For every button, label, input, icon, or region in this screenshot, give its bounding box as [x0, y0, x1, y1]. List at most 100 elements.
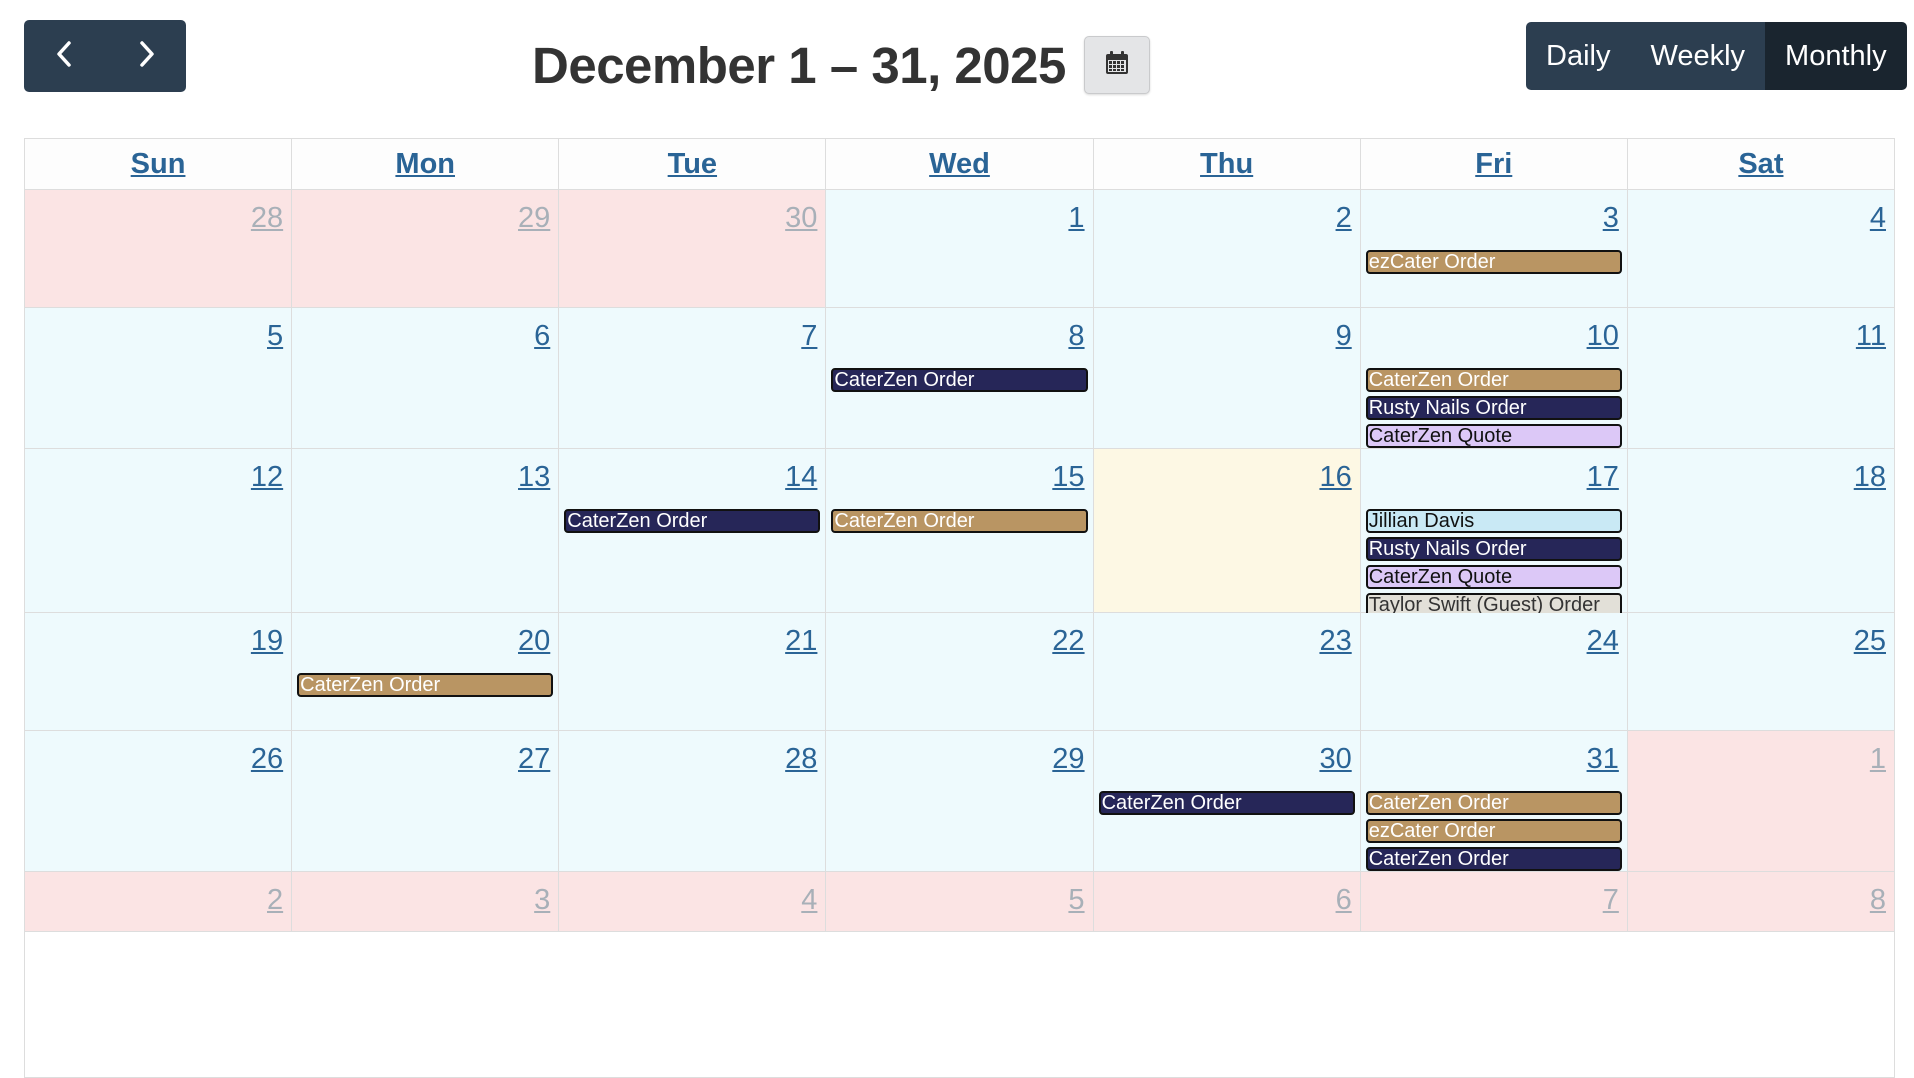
day-number-link[interactable]: 5	[267, 320, 283, 353]
event-item[interactable]: CaterZen Order	[1098, 791, 1355, 815]
day-number-link[interactable]: 1	[1068, 202, 1084, 235]
day-cell[interactable]: 5	[826, 872, 1094, 931]
weekday-header-mon[interactable]: Mon	[292, 139, 560, 189]
day-cell[interactable]: 29	[826, 731, 1094, 871]
day-number-link[interactable]: 29	[1052, 743, 1084, 776]
day-cell[interactable]: 27	[292, 731, 560, 871]
day-number-link[interactable]: 28	[251, 202, 283, 235]
day-cell[interactable]: 28	[25, 190, 293, 307]
day-cell[interactable]: 2	[1093, 190, 1361, 307]
weekday-header-sat[interactable]: Sat	[1628, 139, 1894, 189]
day-cell[interactable]: 2	[25, 872, 293, 931]
day-cell[interactable]: 29	[292, 190, 560, 307]
day-cell[interactable]: 22	[826, 613, 1094, 730]
day-cell[interactable]: 4	[559, 872, 827, 931]
day-cell[interactable]: 24	[1360, 613, 1628, 730]
event-item[interactable]: CaterZen Order	[297, 673, 554, 697]
day-cell[interactable]: 6	[1093, 872, 1361, 931]
day-cell[interactable]: 25	[1627, 613, 1894, 730]
day-number-link[interactable]: 6	[1336, 884, 1352, 917]
day-number-link[interactable]: 22	[1052, 625, 1084, 658]
day-cell[interactable]: 5	[25, 308, 293, 448]
day-cell[interactable]: 31 CaterZen Order ezCater Order CaterZen Or…	[1360, 731, 1628, 871]
day-cell[interactable]: 26	[25, 731, 293, 871]
day-cell[interactable]: 30	[559, 190, 827, 307]
event-item[interactable]: CaterZen Order	[564, 509, 821, 533]
day-cell[interactable]: 30 CaterZen Order	[1093, 731, 1361, 871]
day-number-link[interactable]: 31	[1587, 743, 1619, 776]
event-item[interactable]: CaterZen Order	[1365, 847, 1622, 871]
day-cell[interactable]: 9	[1093, 308, 1361, 448]
day-number-link[interactable]: 30	[1319, 743, 1351, 776]
day-number-link[interactable]: 26	[251, 743, 283, 776]
day-cell[interactable]: 11	[1627, 308, 1894, 448]
weekday-header-thu[interactable]: Thu	[1094, 139, 1361, 189]
event-item[interactable]: CaterZen Order	[1365, 368, 1622, 392]
day-cell[interactable]: 7	[1360, 872, 1628, 931]
day-number-link[interactable]: 16	[1319, 461, 1351, 494]
day-cell[interactable]: 6	[292, 308, 560, 448]
view-weekly-button[interactable]: Weekly	[1630, 22, 1766, 90]
day-cell[interactable]: 1	[1627, 731, 1894, 871]
day-cell[interactable]: 3 ezCater Order	[1360, 190, 1628, 307]
day-number-link[interactable]: 19	[251, 625, 283, 658]
event-item[interactable]: ezCater Order	[1365, 819, 1622, 843]
day-cell[interactable]: 10 CaterZen Order Rusty Nails Order CaterZe…	[1360, 308, 1628, 448]
view-daily-button[interactable]: Daily	[1526, 22, 1631, 90]
day-number-link[interactable]: 15	[1052, 461, 1084, 494]
day-number-link[interactable]: 4	[1870, 202, 1886, 235]
day-cell-today[interactable]: 16	[1093, 449, 1361, 612]
event-item[interactable]: Rusty Nails Order	[1365, 537, 1622, 561]
day-number-link[interactable]: 24	[1587, 625, 1619, 658]
day-number-link[interactable]: 3	[1603, 202, 1619, 235]
day-cell[interactable]: 17 Jillian Davis Rusty Nails Order CaterZen…	[1360, 449, 1628, 617]
day-cell[interactable]: 8	[1627, 872, 1894, 931]
day-number-link[interactable]: 23	[1319, 625, 1351, 658]
event-item[interactable]: CaterZen Order	[1365, 791, 1622, 815]
day-number-link[interactable]: 9	[1336, 320, 1352, 353]
event-item[interactable]: Rusty Nails Order	[1365, 396, 1622, 420]
day-number-link[interactable]: 2	[1336, 202, 1352, 235]
day-number-link[interactable]: 5	[1068, 884, 1084, 917]
day-cell[interactable]: 21	[559, 613, 827, 730]
day-number-link[interactable]: 25	[1854, 625, 1886, 658]
event-item[interactable]: Jillian Davis	[1365, 509, 1622, 533]
day-number-link[interactable]: 3	[534, 884, 550, 917]
day-cell[interactable]: 3	[292, 872, 560, 931]
day-number-link[interactable]: 29	[518, 202, 550, 235]
day-number-link[interactable]: 20	[518, 625, 550, 658]
day-number-link[interactable]: 27	[518, 743, 550, 776]
day-cell[interactable]: 4	[1627, 190, 1894, 307]
prev-button[interactable]	[24, 20, 105, 92]
weekday-header-sun[interactable]: Sun	[25, 139, 293, 189]
event-item[interactable]: CaterZen Order	[831, 368, 1088, 392]
next-button[interactable]	[105, 20, 186, 92]
day-cell[interactable]: 12	[25, 449, 293, 612]
event-item[interactable]: CaterZen Order	[831, 509, 1088, 533]
day-cell[interactable]: 19	[25, 613, 293, 730]
day-number-link[interactable]: 14	[785, 461, 817, 494]
day-number-link[interactable]: 12	[251, 461, 283, 494]
day-number-link[interactable]: 30	[785, 202, 817, 235]
day-number-link[interactable]: 18	[1854, 461, 1886, 494]
day-cell[interactable]: 28	[559, 731, 827, 871]
day-number-link[interactable]: 8	[1068, 320, 1084, 353]
day-cell[interactable]: 7	[559, 308, 827, 448]
day-cell[interactable]: 13	[292, 449, 560, 612]
day-number-link[interactable]: 6	[534, 320, 550, 353]
event-item[interactable]: CaterZen Quote	[1365, 424, 1622, 448]
date-picker-button[interactable]	[1083, 36, 1150, 94]
view-monthly-button[interactable]: Monthly	[1765, 22, 1907, 90]
event-item[interactable]: ezCater Order	[1365, 250, 1622, 274]
day-number-link[interactable]: 2	[267, 884, 283, 917]
weekday-header-wed[interactable]: Wed	[826, 139, 1094, 189]
event-item[interactable]: CaterZen Quote	[1365, 565, 1622, 589]
day-cell[interactable]: 15 CaterZen Order	[826, 449, 1094, 612]
day-number-link[interactable]: 11	[1856, 320, 1886, 353]
day-cell[interactable]: 1	[826, 190, 1094, 307]
day-number-link[interactable]: 28	[785, 743, 817, 776]
day-number-link[interactable]: 4	[801, 884, 817, 917]
day-number-link[interactable]: 1	[1870, 743, 1886, 776]
weekday-header-fri[interactable]: Fri	[1361, 139, 1628, 189]
day-number-link[interactable]: 8	[1870, 884, 1886, 917]
